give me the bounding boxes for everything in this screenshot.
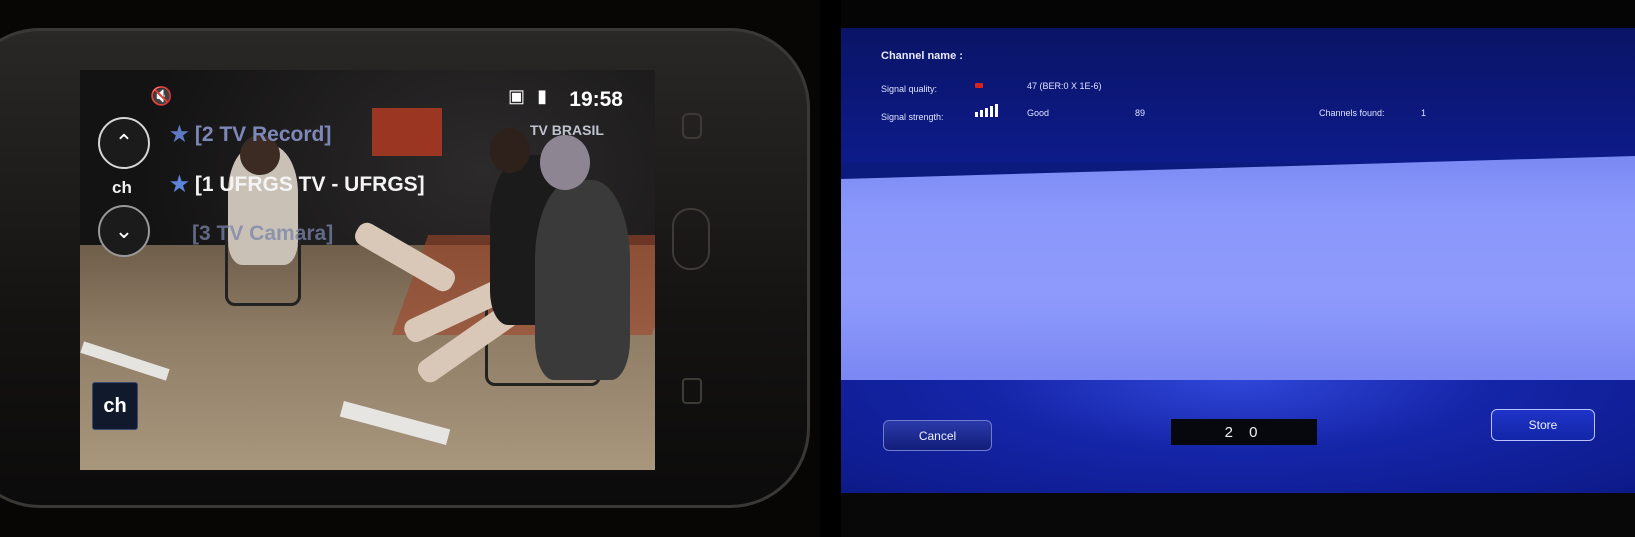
signal-quality-indicator [975, 83, 983, 88]
menu-button[interactable] [682, 378, 702, 404]
channels-found-value: 1 [1421, 108, 1427, 118]
info-header: Channel name : Signal quality: 47 (BER:0… [841, 28, 1635, 163]
signal-quality-label: Signal quality: [881, 84, 938, 94]
guest-person [535, 180, 630, 380]
store-button[interactable]: Store [1491, 409, 1595, 441]
host-head [490, 128, 530, 173]
channel-list-toggle-button[interactable]: ch [92, 382, 138, 430]
tv-bezel [841, 493, 1635, 537]
back-button[interactable] [682, 113, 702, 139]
chevron-down-icon: ⌄ [114, 218, 134, 243]
brand-label: SAMSUNG [0, 267, 3, 408]
toggle-label: ch [103, 394, 127, 417]
channel-item[interactable]: ★ [2 TV Record] [170, 122, 331, 147]
signal-quality-value: 47 (BER:0 X 1E-6) [1027, 81, 1102, 91]
signal-strength-text: Good [1027, 108, 1050, 118]
channel-item-active[interactable]: ★ [1 UFRGS TV - UFRGS] [170, 172, 425, 197]
phone-photo: SAMSUNG TV BRASIL 🔇 ▣ ▮ 19:58 ★ [2 TV Rec… [0, 0, 820, 537]
channel-label: [3 TV Camara] [192, 222, 334, 245]
channels-found-label: Channels found: [1319, 108, 1385, 118]
mute-icon: 🔇 [150, 86, 173, 106]
home-button[interactable] [672, 208, 710, 270]
channel-number-field[interactable]: 2 0 [1171, 419, 1317, 445]
cancel-button[interactable]: Cancel [883, 420, 992, 451]
tv-screen: Channel name : Signal quality: 47 (BER:0… [841, 28, 1635, 493]
channel-label: [1 UFRGS TV - UFRGS] [194, 173, 425, 196]
broadcaster-logo: TV BRASIL [530, 122, 604, 138]
sim-icon: ▣ [507, 86, 525, 106]
signal-strength-value: 89 [1135, 108, 1146, 118]
signal-strength-label: Signal strength: [881, 112, 944, 122]
studio-backdrop [372, 108, 442, 156]
tv-photo: Channel name : Signal quality: 47 (BER:0… [841, 0, 1635, 537]
content-panel [841, 156, 1635, 386]
star-icon: ★ [170, 123, 189, 146]
star-icon: ★ [170, 173, 189, 196]
channel-label-ch: ch [112, 178, 132, 197]
phone-screen: TV BRASIL 🔇 ▣ ▮ 19:58 ★ [2 TV Record] ★ [1… [80, 70, 655, 470]
channel-name-label: Channel name : [881, 50, 963, 62]
guest-head [540, 135, 590, 190]
battery-icon: ▮ [537, 86, 547, 106]
status-time: 19:58 [569, 88, 623, 111]
chevron-up-icon: ⌃ [114, 130, 134, 155]
channel-label: [2 TV Record] [194, 123, 332, 146]
channel-up-button[interactable]: ⌃ [98, 117, 150, 169]
signal-bars-icon [975, 104, 998, 117]
channel-item[interactable]: [3 TV Camara] [192, 222, 333, 246]
channel-down-button[interactable]: ⌄ [98, 205, 150, 257]
